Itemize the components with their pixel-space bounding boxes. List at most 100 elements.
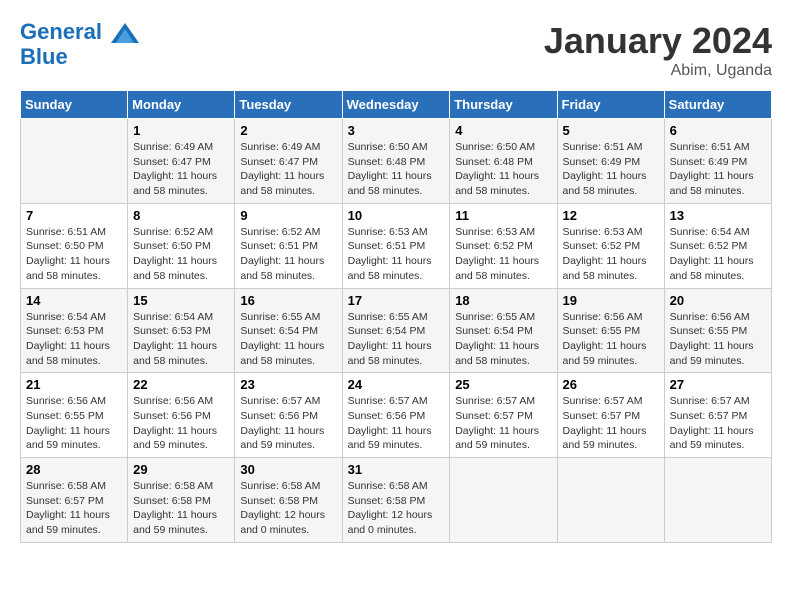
- calendar-cell: 27Sunrise: 6:57 AMSunset: 6:57 PMDayligh…: [664, 373, 771, 458]
- calendar-cell: 1 Sunrise: 6:49 AMSunset: 6:47 PMDaylight…: [128, 119, 235, 204]
- day-info: Sunrise: 6:57 AMSunset: 6:57 PMDaylight:…: [455, 394, 551, 453]
- calendar-week-5: 28 Sunrise: 6:58 AMSunset: 6:57 PMDayligh…: [21, 458, 772, 543]
- day-info: Sunrise: 6:58 AMSunset: 6:58 PMDaylight:…: [240, 479, 336, 538]
- calendar-cell: 2 Sunrise: 6:49 AMSunset: 6:47 PMDaylight…: [235, 119, 342, 204]
- calendar-week-3: 14Sunrise: 6:54 AMSunset: 6:53 PMDayligh…: [21, 288, 772, 373]
- day-info: Sunrise: 6:53 AMSunset: 6:52 PMDaylight:…: [563, 225, 659, 284]
- calendar-cell: 22 Sunrise: 6:56 AMSunset: 6:56 PMDayligh…: [128, 373, 235, 458]
- column-header-saturday: Saturday: [664, 91, 771, 119]
- day-info: Sunrise: 6:54 AMSunset: 6:53 PMDaylight:…: [26, 310, 122, 369]
- day-info: Sunrise: 6:49 AMSunset: 6:47 PMDaylight:…: [240, 140, 336, 199]
- calendar-cell: 12 Sunrise: 6:53 AMSunset: 6:52 PMDayligh…: [557, 203, 664, 288]
- calendar-cell: 10 Sunrise: 6:53 AMSunset: 6:51 PMDayligh…: [342, 203, 450, 288]
- day-number: 17: [348, 293, 445, 308]
- day-number: 5: [563, 123, 659, 138]
- calendar-cell: 8 Sunrise: 6:52 AMSunset: 6:50 PMDaylight…: [128, 203, 235, 288]
- column-header-wednesday: Wednesday: [342, 91, 450, 119]
- day-info: Sunrise: 6:55 AMSunset: 6:54 PMDaylight:…: [240, 310, 336, 369]
- day-info: Sunrise: 6:56 AMSunset: 6:55 PMDaylight:…: [563, 310, 659, 369]
- day-info: Sunrise: 6:57 AMSunset: 6:56 PMDaylight:…: [348, 394, 445, 453]
- day-info: Sunrise: 6:54 AMSunset: 6:52 PMDaylight:…: [670, 225, 766, 284]
- calendar-cell: 24 Sunrise: 6:57 AMSunset: 6:56 PMDayligh…: [342, 373, 450, 458]
- day-info: Sunrise: 6:54 AMSunset: 6:53 PMDaylight:…: [133, 310, 229, 369]
- day-number: 1: [133, 123, 229, 138]
- month-title: January 2024: [544, 20, 772, 62]
- day-info: Sunrise: 6:49 AMSunset: 6:47 PMDaylight:…: [133, 140, 229, 199]
- day-number: 24: [348, 377, 445, 392]
- day-info: Sunrise: 6:58 AMSunset: 6:58 PMDaylight:…: [348, 479, 445, 538]
- day-number: 29: [133, 462, 229, 477]
- location-subtitle: Abim, Uganda: [544, 62, 772, 80]
- logo-general: General: [20, 19, 102, 44]
- title-area: January 2024 Abim, Uganda: [544, 20, 772, 80]
- day-number: 26: [563, 377, 659, 392]
- calendar-cell: 29 Sunrise: 6:58 AMSunset: 6:58 PMDayligh…: [128, 458, 235, 543]
- day-info: Sunrise: 6:52 AMSunset: 6:51 PMDaylight:…: [240, 225, 336, 284]
- calendar-cell: 26Sunrise: 6:57 AMSunset: 6:57 PMDayligh…: [557, 373, 664, 458]
- day-number: 12: [563, 208, 659, 223]
- calendar-cell: 18Sunrise: 6:55 AMSunset: 6:54 PMDayligh…: [450, 288, 557, 373]
- calendar-cell: 3Sunrise: 6:50 AMSunset: 6:48 PMDaylight…: [342, 119, 450, 204]
- column-header-monday: Monday: [128, 91, 235, 119]
- calendar-cell: 25Sunrise: 6:57 AMSunset: 6:57 PMDayligh…: [450, 373, 557, 458]
- day-number: 8: [133, 208, 229, 223]
- day-number: 23: [240, 377, 336, 392]
- calendar-cell: 4 Sunrise: 6:50 AMSunset: 6:48 PMDaylight…: [450, 119, 557, 204]
- day-info: Sunrise: 6:50 AMSunset: 6:48 PMDaylight:…: [455, 140, 551, 199]
- day-info: Sunrise: 6:58 AMSunset: 6:57 PMDaylight:…: [26, 479, 122, 538]
- day-info: Sunrise: 6:53 AMSunset: 6:52 PMDaylight:…: [455, 225, 551, 284]
- header-row: SundayMondayTuesdayWednesdayThursdayFrid…: [21, 91, 772, 119]
- day-number: 16: [240, 293, 336, 308]
- page-header: General Blue January 2024 Abim, Uganda: [20, 20, 772, 80]
- column-header-sunday: Sunday: [21, 91, 128, 119]
- day-info: Sunrise: 6:56 AMSunset: 6:55 PMDaylight:…: [670, 310, 766, 369]
- logo-text: General: [20, 20, 139, 44]
- logo-blue: Blue: [20, 44, 139, 70]
- day-number: 15: [133, 293, 229, 308]
- logo-icon: [111, 23, 139, 43]
- calendar-cell: 20 Sunrise: 6:56 AMSunset: 6:55 PMDayligh…: [664, 288, 771, 373]
- column-header-tuesday: Tuesday: [235, 91, 342, 119]
- day-number: 7: [26, 208, 122, 223]
- logo: General Blue: [20, 20, 139, 70]
- calendar-cell: 14Sunrise: 6:54 AMSunset: 6:53 PMDayligh…: [21, 288, 128, 373]
- calendar-cell: 6Sunrise: 6:51 AMSunset: 6:49 PMDaylight…: [664, 119, 771, 204]
- calendar-cell: 7Sunrise: 6:51 AMSunset: 6:50 PMDaylight…: [21, 203, 128, 288]
- day-info: Sunrise: 6:51 AMSunset: 6:49 PMDaylight:…: [563, 140, 659, 199]
- day-number: 31: [348, 462, 445, 477]
- calendar-cell: 11 Sunrise: 6:53 AMSunset: 6:52 PMDayligh…: [450, 203, 557, 288]
- day-info: Sunrise: 6:58 AMSunset: 6:58 PMDaylight:…: [133, 479, 229, 538]
- day-info: Sunrise: 6:56 AMSunset: 6:56 PMDaylight:…: [133, 394, 229, 453]
- calendar-cell: [450, 458, 557, 543]
- day-info: Sunrise: 6:52 AMSunset: 6:50 PMDaylight:…: [133, 225, 229, 284]
- column-header-thursday: Thursday: [450, 91, 557, 119]
- day-number: 22: [133, 377, 229, 392]
- day-number: 19: [563, 293, 659, 308]
- day-number: 11: [455, 208, 551, 223]
- day-info: Sunrise: 6:56 AMSunset: 6:55 PMDaylight:…: [26, 394, 122, 453]
- calendar-cell: 9Sunrise: 6:52 AMSunset: 6:51 PMDaylight…: [235, 203, 342, 288]
- day-number: 30: [240, 462, 336, 477]
- day-info: Sunrise: 6:51 AMSunset: 6:49 PMDaylight:…: [670, 140, 766, 199]
- calendar-cell: 5 Sunrise: 6:51 AMSunset: 6:49 PMDaylight…: [557, 119, 664, 204]
- day-info: Sunrise: 6:53 AMSunset: 6:51 PMDaylight:…: [348, 225, 445, 284]
- calendar-cell: 28 Sunrise: 6:58 AMSunset: 6:57 PMDayligh…: [21, 458, 128, 543]
- day-info: Sunrise: 6:57 AMSunset: 6:56 PMDaylight:…: [240, 394, 336, 453]
- day-number: 4: [455, 123, 551, 138]
- calendar-cell: 23 Sunrise: 6:57 AMSunset: 6:56 PMDayligh…: [235, 373, 342, 458]
- day-number: 28: [26, 462, 122, 477]
- calendar-cell: 31 Sunrise: 6:58 AMSunset: 6:58 PMDayligh…: [342, 458, 450, 543]
- calendar-cell: 30 Sunrise: 6:58 AMSunset: 6:58 PMDayligh…: [235, 458, 342, 543]
- day-number: 2: [240, 123, 336, 138]
- calendar-cell: 15 Sunrise: 6:54 AMSunset: 6:53 PMDayligh…: [128, 288, 235, 373]
- day-info: Sunrise: 6:57 AMSunset: 6:57 PMDaylight:…: [670, 394, 766, 453]
- day-info: Sunrise: 6:50 AMSunset: 6:48 PMDaylight:…: [348, 140, 445, 199]
- day-number: 21: [26, 377, 122, 392]
- calendar-week-1: 1 Sunrise: 6:49 AMSunset: 6:47 PMDaylight…: [21, 119, 772, 204]
- day-number: 20: [670, 293, 766, 308]
- calendar-cell: 21 Sunrise: 6:56 AMSunset: 6:55 PMDayligh…: [21, 373, 128, 458]
- day-number: 10: [348, 208, 445, 223]
- calendar-cell: [21, 119, 128, 204]
- calendar-cell: [557, 458, 664, 543]
- calendar-week-2: 7Sunrise: 6:51 AMSunset: 6:50 PMDaylight…: [21, 203, 772, 288]
